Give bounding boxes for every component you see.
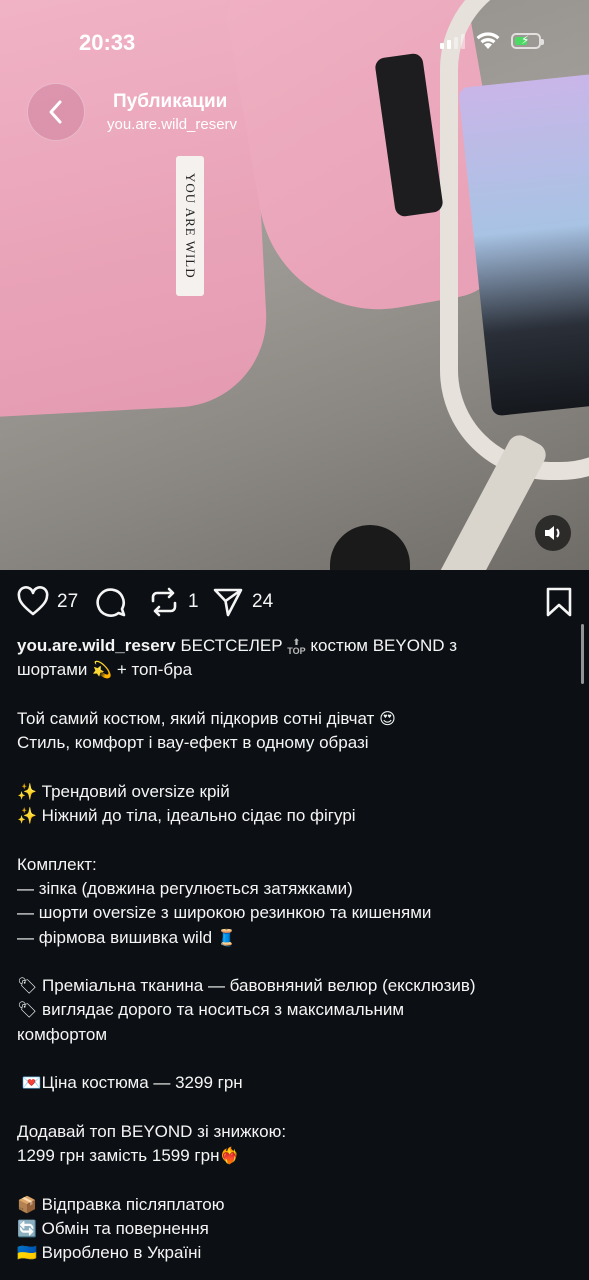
post-caption: you.are.wild_reserv БЕСТСЕЛЕР ⬆ TOP костю… — [17, 634, 557, 1266]
back-button[interactable] — [27, 83, 85, 141]
caption-text: Ніжний до тіла, ідеально сідає по фігурі — [41, 806, 356, 826]
post-media[interactable]: YOU ARE WILD 20:33 ⚡ Публикации you.are.… — [0, 0, 589, 570]
share-button[interactable]: 24 — [212, 586, 273, 618]
caption-line: 🏷 Преміальна тканина — бавовняний велюр … — [17, 974, 557, 998]
caption-text: 1299 грн замість 1599 грн — [17, 1146, 220, 1166]
caption-line: комфортом — [17, 1024, 108, 1044]
caption-line: — фірмова вишивка wild 🧵 — [17, 926, 557, 950]
caption-line: Комплект: — [17, 854, 97, 874]
caption-line: 1299 грн замість 1599 грн❤‍🔥 — [17, 1144, 557, 1168]
like-count: 27 — [57, 591, 79, 612]
caption-username[interactable]: you.are.wild_reserv — [17, 636, 176, 655]
caption-text: виглядає дорого та носиться з максимальн… — [42, 1000, 405, 1020]
repost-icon — [151, 587, 177, 617]
status-icons: ⚡ — [440, 32, 544, 50]
package-icon: 📦 — [17, 1194, 37, 1214]
caption-line: Додавай топ BEYOND зі знижкою: — [17, 1121, 287, 1141]
caption-line: шортами 💫 + топ-бра — [17, 658, 557, 682]
caption-text: БЕСТСЕЛЕР — [180, 636, 283, 655]
bookmark-icon — [546, 587, 572, 617]
header-username[interactable]: you.are.wild_reserv — [107, 116, 237, 133]
dizzy-icon: 💫 — [92, 660, 113, 680]
scrollbar[interactable] — [581, 624, 584, 684]
comment-icon — [96, 588, 126, 617]
caption-text: Вироблено в Україні — [41, 1243, 202, 1263]
ring-light — [440, 0, 589, 480]
love-letter-icon: 💌 — [21, 1073, 42, 1093]
caption-text: Трендовий oversize крій — [41, 781, 230, 801]
share-count: 24 — [252, 591, 274, 612]
caption-line: — зіпка (довжина регулюється затяжками) — [17, 878, 353, 898]
caption-text: Відправка післяплатою — [41, 1194, 225, 1214]
caption-text: Преміальна тканина — бавовняний велюр (е… — [42, 976, 476, 996]
speaker-icon — [545, 526, 560, 540]
repost-count: 1 — [188, 591, 199, 612]
header-title: Публикации — [113, 91, 228, 112]
chevron-left-icon — [49, 100, 62, 124]
mute-button[interactable] — [535, 515, 571, 551]
top-arrow-icon: ⬆ TOP — [287, 636, 306, 656]
brand-tag-text: YOU ARE WILD — [183, 173, 198, 279]
caption-line: Стиль, комфорт і вау-ефект в одному обра… — [17, 733, 369, 753]
caption-text: + топ-бра — [116, 660, 193, 680]
caption-line: 🇺🇦 Вироблено в Україні — [17, 1241, 557, 1265]
sparkles-icon: ✨ — [17, 806, 37, 826]
caption-text: Ціна костюма — 3299 грн — [41, 1073, 243, 1093]
caption-text: шортами — [17, 660, 88, 680]
thread-icon: 🧵 — [216, 927, 237, 947]
caption-text: костюм BEYOND з — [310, 636, 458, 655]
heart-on-fire-icon: ❤‍🔥 — [219, 1146, 240, 1166]
battery-icon: ⚡ — [511, 33, 544, 49]
exchange-icon: 🔄 — [17, 1219, 37, 1239]
caption-line: 🏷 виглядає дорого та носиться з максимал… — [17, 998, 557, 1022]
caption-text: — фірмова вишивка wild — [17, 927, 213, 947]
status-time: 20:33 — [79, 30, 136, 55]
signal-icon — [440, 33, 465, 49]
label-icon: 🏷 — [17, 1000, 38, 1020]
heart-eyes-icon: 😍 — [379, 708, 396, 728]
caption-text: Той самий костюм, який підкорив сотні ді… — [17, 708, 375, 728]
label-icon: 🏷 — [17, 976, 38, 996]
heart-icon — [17, 586, 49, 616]
like-button[interactable]: 27 — [17, 586, 78, 618]
shoe — [330, 525, 410, 570]
caption-line: 🔄 Обмін та повернення — [17, 1217, 557, 1241]
caption-text: Обмін та повернення — [41, 1219, 209, 1239]
repost-button[interactable]: 1 — [148, 586, 199, 618]
brand-tag: YOU ARE WILD — [176, 156, 204, 296]
caption-line: you.are.wild_reserv БЕСТСЕЛЕР ⬆ TOP костю… — [17, 634, 557, 658]
pink-garment-left — [0, 0, 271, 418]
caption-line: ✨ Трендовий oversize крій — [17, 780, 557, 804]
wifi-icon — [476, 32, 500, 49]
comment-button[interactable] — [95, 586, 135, 618]
caption-line: 📦 Відправка післяплатою — [17, 1193, 557, 1217]
action-bar: 27 1 24 — [17, 586, 573, 620]
ukraine-flag-icon: 🇺🇦 — [17, 1243, 37, 1263]
caption-line: — шорти oversize з широкою резинкою та к… — [17, 903, 432, 923]
send-icon — [213, 588, 243, 617]
save-button[interactable] — [545, 587, 573, 622]
caption-line: Той самий костюм, який підкорив сотні ді… — [17, 707, 557, 731]
caption-line: 💌Ціна костюма — 3299 грн — [17, 1071, 557, 1095]
caption-line: ✨ Ніжний до тіла, ідеально сідає по фігу… — [17, 804, 557, 828]
sparkles-icon: ✨ — [17, 781, 37, 801]
